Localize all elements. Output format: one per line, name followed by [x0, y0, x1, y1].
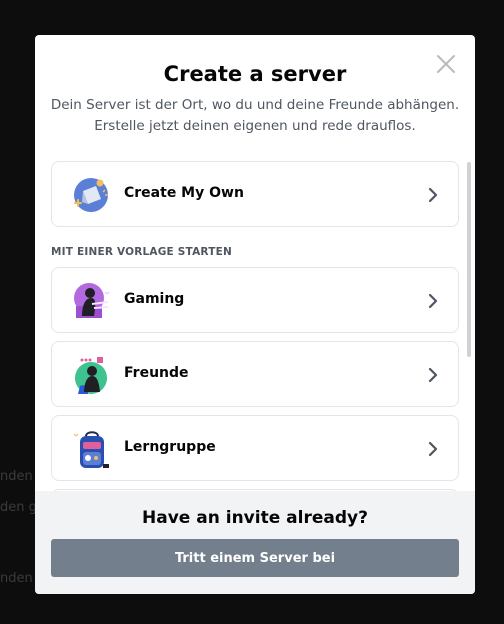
scrollbar[interactable] — [467, 162, 471, 357]
background-text-3: nden — [0, 571, 33, 586]
template-card-freunde[interactable]: Freunde — [51, 341, 459, 407]
template-card-lerngruppe[interactable]: Lerngruppe — [51, 415, 459, 481]
create-my-own-label: Create My Own — [124, 185, 244, 201]
modal-subtitle: Dein Server ist der Ort, wo du und deine… — [50, 97, 460, 134]
template-card-label: Freunde — [124, 365, 189, 381]
study-group-icon — [73, 431, 109, 468]
join-server-button[interactable]: Tritt einem Server bei — [51, 539, 459, 577]
background-text-2: den g — [0, 500, 37, 515]
modal-title: Create a server — [163, 62, 347, 86]
gaming-icon — [74, 283, 110, 318]
create-my-own-card[interactable]: Create My Own — [51, 161, 459, 227]
chevron-right-icon — [428, 367, 438, 383]
create-server-icon — [74, 178, 108, 212]
background-text-1: nden — [0, 469, 33, 484]
chevron-right-icon — [428, 441, 438, 457]
template-card-label: Lerngruppe — [124, 439, 216, 455]
create-server-modal: Create a server Dein Server ist der Ort,… — [35, 35, 475, 594]
server-options-list[interactable]: Create My Own MIT EINER VORLAGE STARTEN … — [51, 161, 459, 491]
chevron-right-icon — [428, 187, 438, 203]
template-section-label: MIT EINER VORLAGE STARTEN — [51, 246, 232, 258]
template-card-gaming[interactable]: Gaming — [51, 267, 459, 333]
template-card-label: Gaming — [124, 291, 185, 307]
friends-icon — [75, 357, 107, 394]
modal-footer: Have an invite already? Tritt einem Serv… — [35, 491, 475, 594]
chevron-right-icon — [428, 293, 438, 309]
invite-prompt: Have an invite already? — [142, 508, 368, 528]
